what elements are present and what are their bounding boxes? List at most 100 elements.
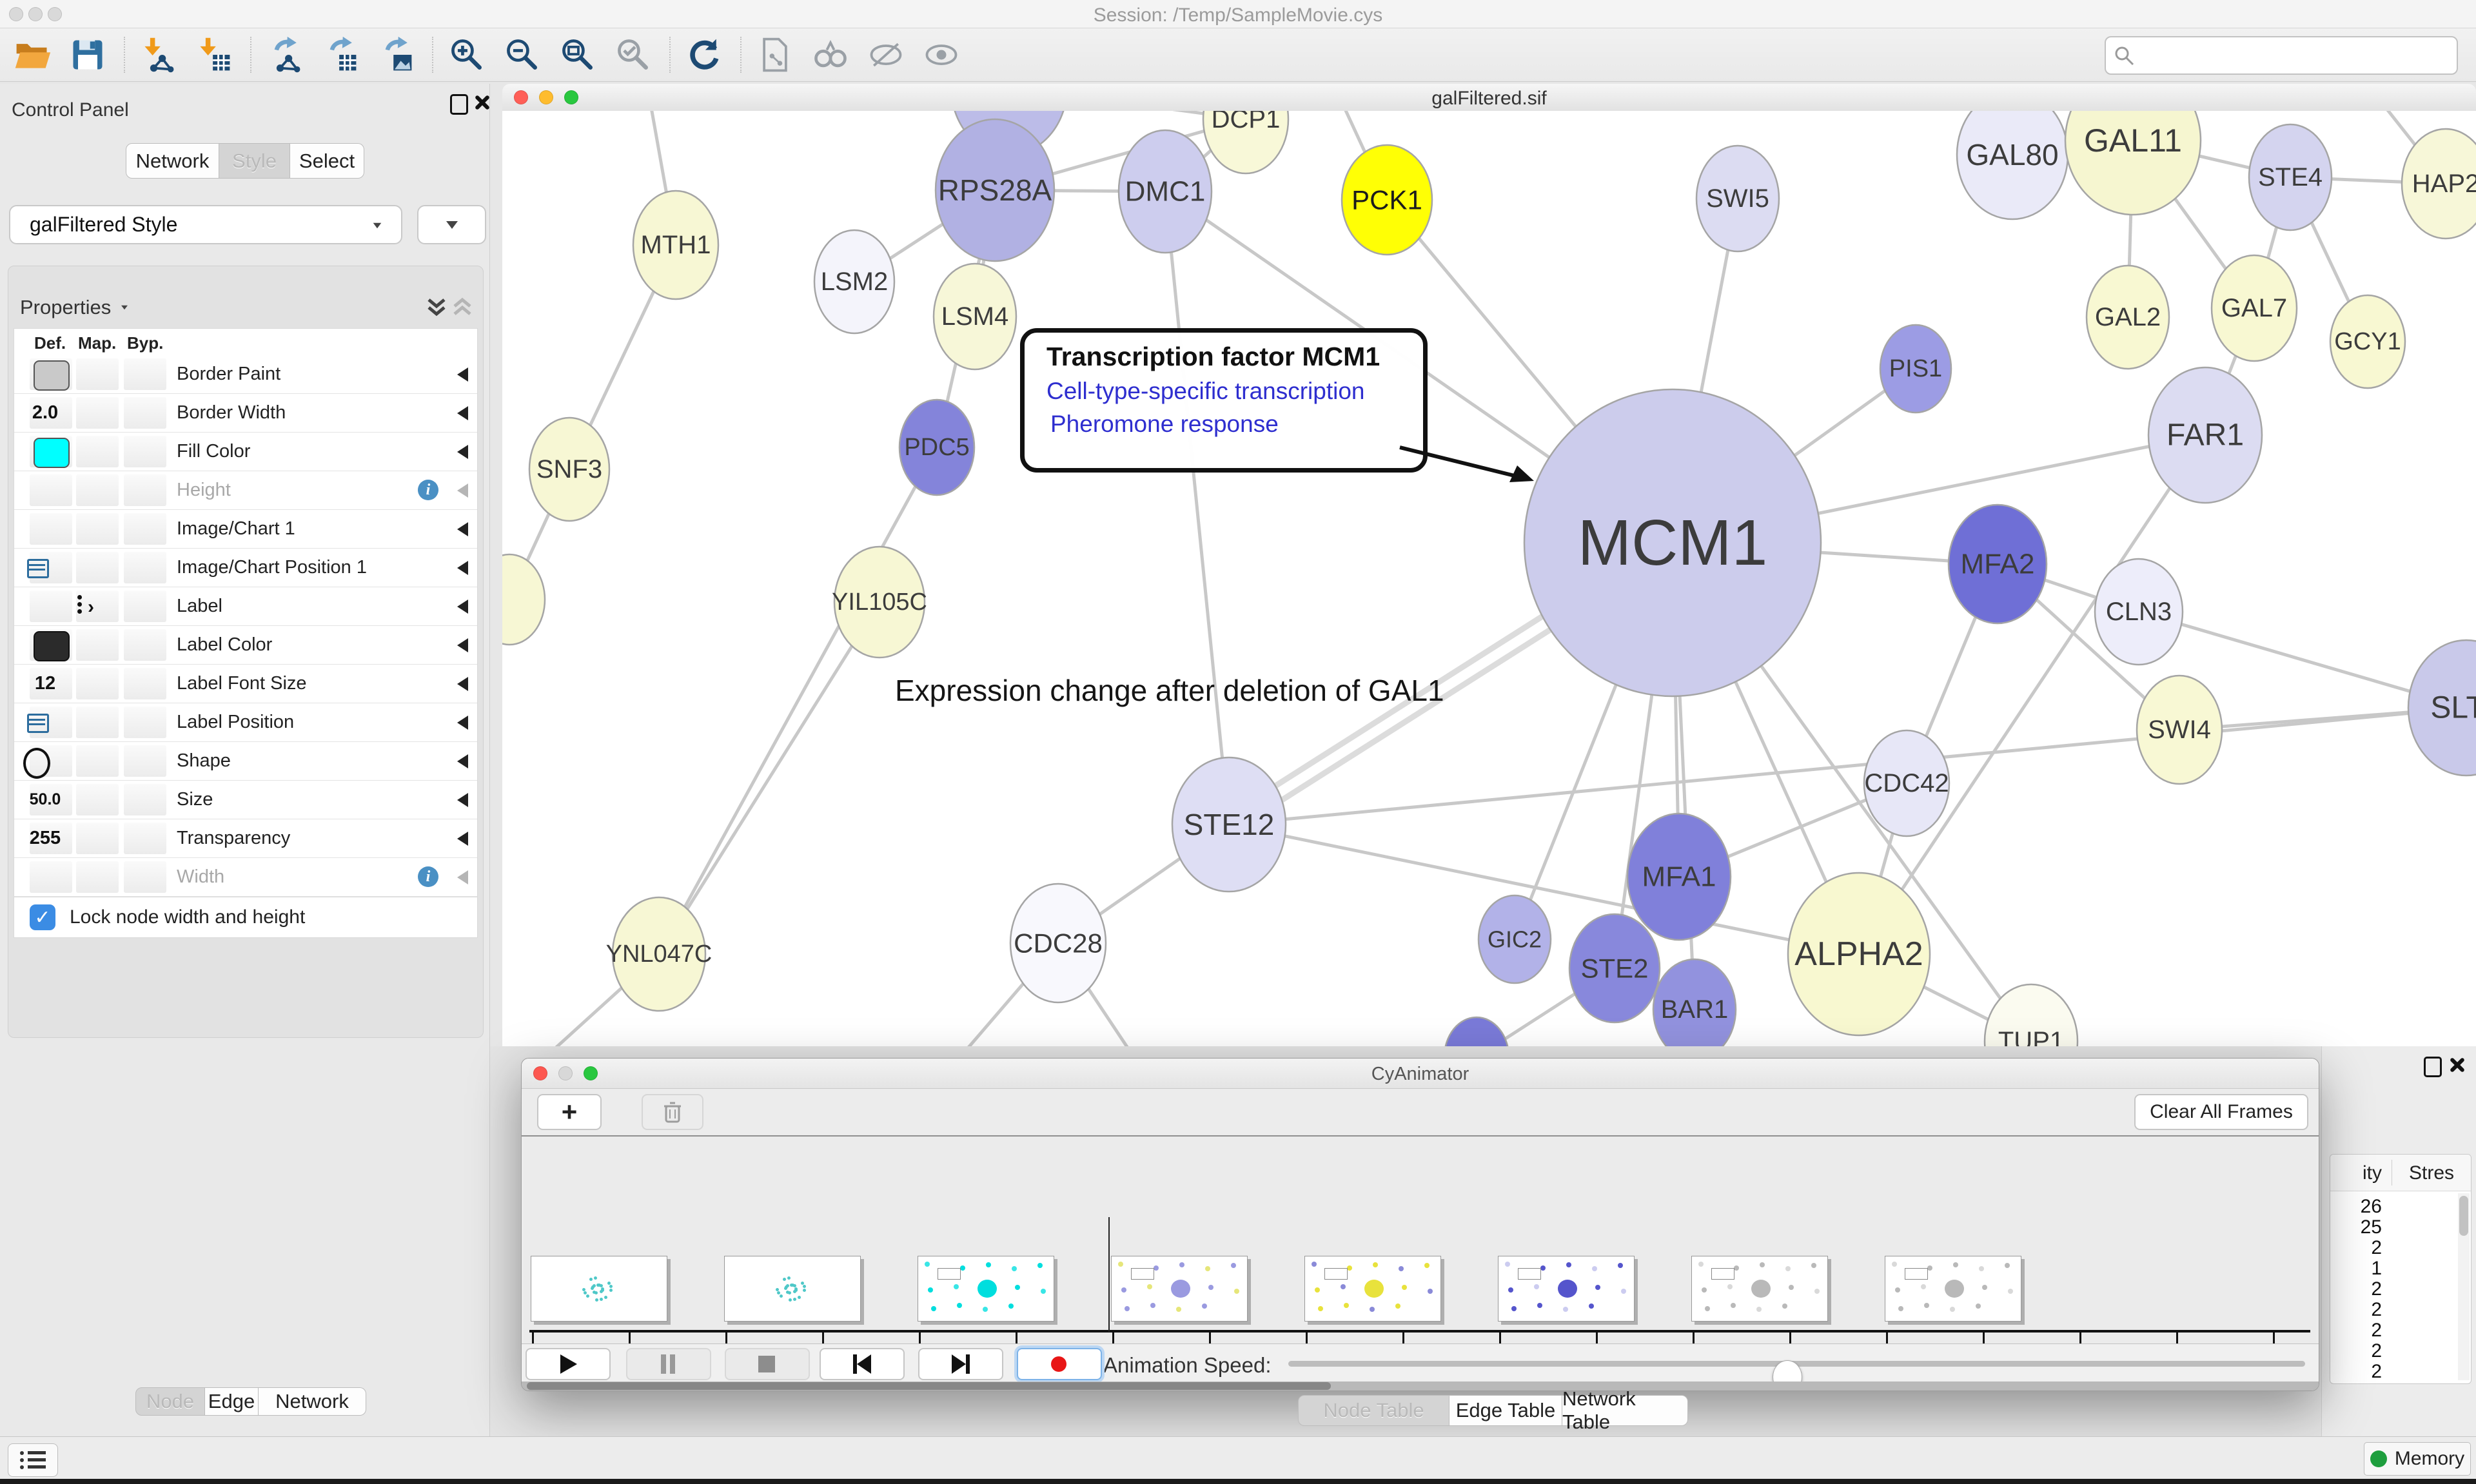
- annotation-link[interactable]: Pheromone response: [1050, 411, 1423, 438]
- expand-collapse-icons[interactable]: [426, 297, 475, 319]
- property-row-size[interactable]: 50.0Size: [14, 781, 477, 819]
- property-row-image-chart-1[interactable]: Image/Chart 1: [14, 510, 477, 549]
- timeline-frame-2[interactable]: [918, 1256, 1054, 1322]
- network-node-CDC42[interactable]: CDC42: [1864, 730, 1949, 836]
- timeline-playhead[interactable]: [1108, 1217, 1110, 1332]
- timeline-frame-6[interactable]: [1691, 1256, 1828, 1322]
- network-node-GAL2[interactable]: GAL2: [2087, 266, 2169, 369]
- float-panel-icon[interactable]: [2424, 1057, 2442, 1077]
- ellipse-shape-icon[interactable]: [23, 748, 50, 779]
- skip-start-button[interactable]: [820, 1348, 905, 1380]
- position-icon[interactable]: [27, 559, 49, 578]
- float-panel-icon[interactable]: [450, 94, 468, 115]
- tab-select[interactable]: Select: [290, 143, 364, 179]
- zoom-out-button[interactable]: [499, 32, 545, 78]
- lock-size-checkbox[interactable]: ✓: [30, 904, 55, 930]
- info-icon[interactable]: i: [418, 480, 438, 500]
- search-field[interactable]: [2105, 36, 2458, 75]
- tab-edge[interactable]: Edge: [205, 1387, 259, 1416]
- row-expand-arrow[interactable]: [457, 754, 468, 768]
- clear-all-frames-button[interactable]: Clear All Frames: [2134, 1094, 2308, 1130]
- map-cell[interactable]: [76, 745, 119, 777]
- style-options-button[interactable]: [417, 205, 486, 244]
- byp-cell[interactable]: [124, 358, 166, 390]
- stop-button[interactable]: [725, 1348, 810, 1380]
- row-expand-arrow[interactable]: [457, 638, 468, 652]
- network-node-SLIVB[interactable]: [1444, 1017, 1509, 1046]
- window-close-light[interactable]: [533, 1066, 547, 1080]
- network-node-MCM1[interactable]: MCM1: [1524, 389, 1821, 696]
- network-node-CDC28[interactable]: CDC28: [1010, 884, 1106, 1002]
- network-node-GIC2[interactable]: GIC2: [1479, 895, 1551, 983]
- properties-header[interactable]: Properties: [20, 296, 130, 319]
- map-cell[interactable]: [76, 513, 119, 545]
- property-row-border-paint[interactable]: Border Paint: [14, 355, 477, 394]
- map-cell[interactable]: [76, 358, 119, 390]
- window-minimize-light[interactable]: [539, 90, 553, 104]
- network-node-GAL11[interactable]: GAL11: [2065, 111, 2201, 215]
- default-value[interactable]: 2.0: [22, 394, 68, 432]
- open-session-button[interactable]: [9, 32, 55, 78]
- network-node-MFA1[interactable]: MFA1: [1627, 814, 1731, 940]
- tab-node[interactable]: Node: [135, 1387, 205, 1416]
- network-node-MTH1[interactable]: MTH1: [633, 191, 718, 299]
- map-cell[interactable]: [76, 629, 119, 661]
- property-row-shape[interactable]: Shape: [14, 742, 477, 781]
- cyanimator-titlebar[interactable]: CyAnimator: [522, 1059, 2319, 1089]
- window-minimize-light[interactable]: [558, 1066, 573, 1080]
- close-panel-icon[interactable]: [473, 94, 490, 111]
- zoom-fit-button[interactable]: [555, 32, 601, 78]
- timeline-frame-4[interactable]: [1304, 1256, 1441, 1322]
- tab-network[interactable]: Network: [126, 143, 219, 179]
- network-node-DMC1[interactable]: DMC1: [1119, 130, 1212, 253]
- row-expand-arrow[interactable]: [457, 445, 468, 459]
- property-row-fill-color[interactable]: Fill Color: [14, 433, 477, 471]
- byp-cell[interactable]: [124, 591, 166, 622]
- import-table-button[interactable]: [191, 32, 237, 78]
- mapping-icon[interactable]: ›: [76, 595, 104, 617]
- hide-details-button[interactable]: [863, 32, 909, 78]
- annotation-link[interactable]: Cell-type-specific transcription: [1046, 378, 1423, 405]
- annotation-box[interactable]: Transcription factor MCM1 Cell-type-spec…: [1020, 328, 1428, 473]
- default-value[interactable]: 255: [22, 819, 68, 857]
- scrollbar-thumb[interactable]: [2459, 1196, 2468, 1236]
- column-stress[interactable]: Stres: [2409, 1162, 2454, 1184]
- row-expand-arrow[interactable]: [457, 870, 468, 884]
- network-node-HAP2[interactable]: HAP2: [2402, 129, 2476, 239]
- tab-network[interactable]: Network: [259, 1387, 366, 1416]
- timeline-frame-5[interactable]: [1498, 1256, 1635, 1322]
- byp-cell[interactable]: [124, 513, 166, 545]
- tab-network-table[interactable]: Network Table: [1562, 1395, 1688, 1426]
- tab-edge-table[interactable]: Edge Table: [1449, 1395, 1562, 1426]
- map-cell[interactable]: [76, 861, 119, 893]
- map-cell[interactable]: [76, 552, 119, 583]
- row-expand-arrow[interactable]: [457, 483, 468, 498]
- info-icon[interactable]: i: [418, 866, 438, 887]
- byp-cell[interactable]: [124, 745, 166, 777]
- property-row-label-position[interactable]: Label Position: [14, 703, 477, 742]
- row-expand-arrow[interactable]: [457, 832, 468, 846]
- memory-button[interactable]: Memory: [2364, 1442, 2471, 1476]
- network-node-STE2[interactable]: STE2: [1569, 914, 1660, 1022]
- network-node-ALPHA2[interactable]: ALPHA2: [1788, 873, 1930, 1035]
- network-node-YIL105C[interactable]: YIL105C: [832, 547, 927, 658]
- add-frame-button[interactable]: +: [537, 1094, 602, 1130]
- timeline-frame-0[interactable]: [531, 1256, 667, 1322]
- network-node-SWI4[interactable]: SWI4: [2137, 676, 2222, 784]
- byp-cell[interactable]: [124, 552, 166, 583]
- property-row-label[interactable]: ›Label: [14, 587, 477, 626]
- network-node-GAL7[interactable]: GAL7: [2212, 255, 2297, 361]
- play-button[interactable]: [526, 1348, 611, 1380]
- def-cell[interactable]: [30, 513, 72, 545]
- byp-cell[interactable]: [124, 861, 166, 893]
- search-input[interactable]: [2142, 41, 2441, 68]
- window-zoom-light[interactable]: [564, 90, 578, 104]
- timeline-hscrollbar[interactable]: [522, 1381, 2319, 1391]
- property-row-width[interactable]: Widthi: [14, 858, 477, 897]
- column-centrality[interactable]: ity: [2343, 1162, 2382, 1184]
- property-row-border-width[interactable]: 2.0Border Width: [14, 394, 477, 433]
- map-cell[interactable]: [76, 436, 119, 467]
- import-network-button[interactable]: [135, 32, 182, 78]
- network-node-SWI5[interactable]: SWI5: [1696, 146, 1779, 251]
- default-swatch[interactable]: [34, 360, 70, 391]
